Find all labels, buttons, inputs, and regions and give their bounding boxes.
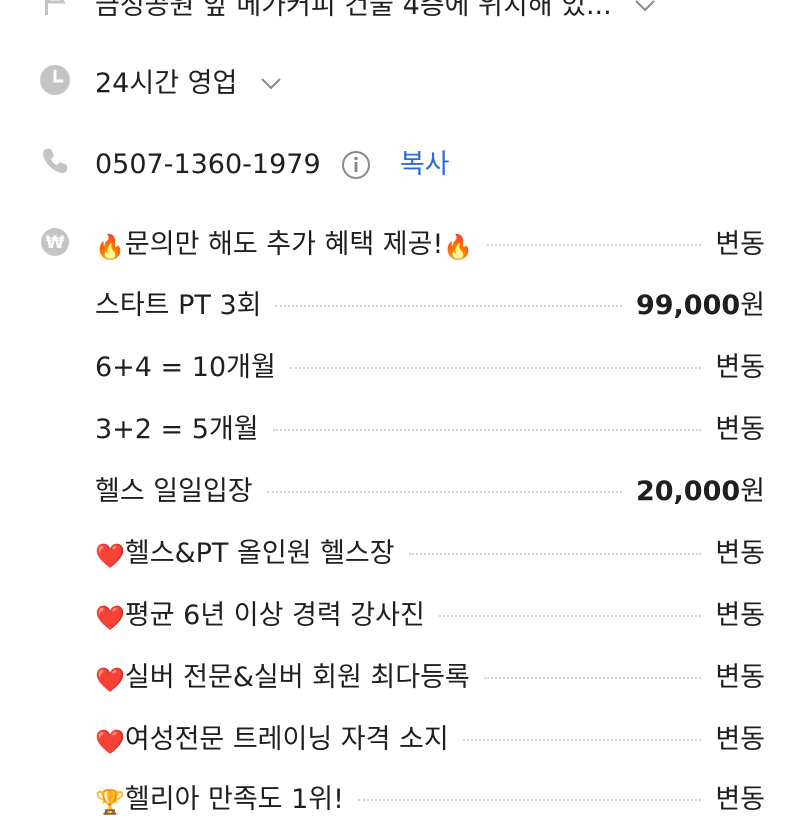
- price-item: 3+2 = 5개월 변동: [95, 413, 765, 445]
- price-item: 6+4 = 10개월 변동: [95, 351, 765, 383]
- price-item: 🔥문의만 해도 추가 혜택 제공!🔥 변동: [95, 228, 765, 261]
- chevron-down-icon[interactable]: [260, 77, 282, 91]
- address-row[interactable]: 금정공원 앞 메가커피 건물 4층에 위치해 있...: [0, 0, 800, 32]
- chevron-down-icon[interactable]: [634, 0, 656, 13]
- info-icon[interactable]: [341, 150, 371, 180]
- price-item: ❤️실버 전문&실버 회원 최다등록 변동: [95, 661, 765, 694]
- flag-icon: [38, 0, 72, 19]
- phone-row: 0507-1360-1979 복사: [0, 131, 800, 191]
- price-item: 스타트 PT 3회 99,000원: [95, 289, 765, 321]
- address-text: 금정공원 앞 메가커피 건물 4층에 위치해 있...: [95, 0, 656, 22]
- hours-row[interactable]: 24시간 영업: [0, 50, 800, 110]
- svg-text:₩: ₩: [46, 233, 65, 253]
- phone-icon: [38, 144, 72, 178]
- phone-number[interactable]: 0507-1360-1979: [95, 149, 321, 180]
- phone-line: 0507-1360-1979 복사: [95, 142, 450, 181]
- price-item: ❤️헬스&PT 올인원 헬스장 변동: [95, 537, 765, 570]
- copy-link[interactable]: 복사: [400, 149, 450, 180]
- price-item: 🏆헬리아 만족도 1위! 변동: [95, 783, 765, 816]
- won-icon: ₩: [38, 225, 72, 259]
- price-item: ❤️평균 6년 이상 경력 강사진 변동: [95, 599, 765, 632]
- clock-icon: [38, 63, 72, 97]
- price-item: 헬스 일일입장 20,000원: [95, 475, 765, 507]
- price-item: ❤️여성전문 트레이닝 자격 소지 변동: [95, 723, 765, 756]
- hours-text: 24시간 영업: [95, 61, 282, 100]
